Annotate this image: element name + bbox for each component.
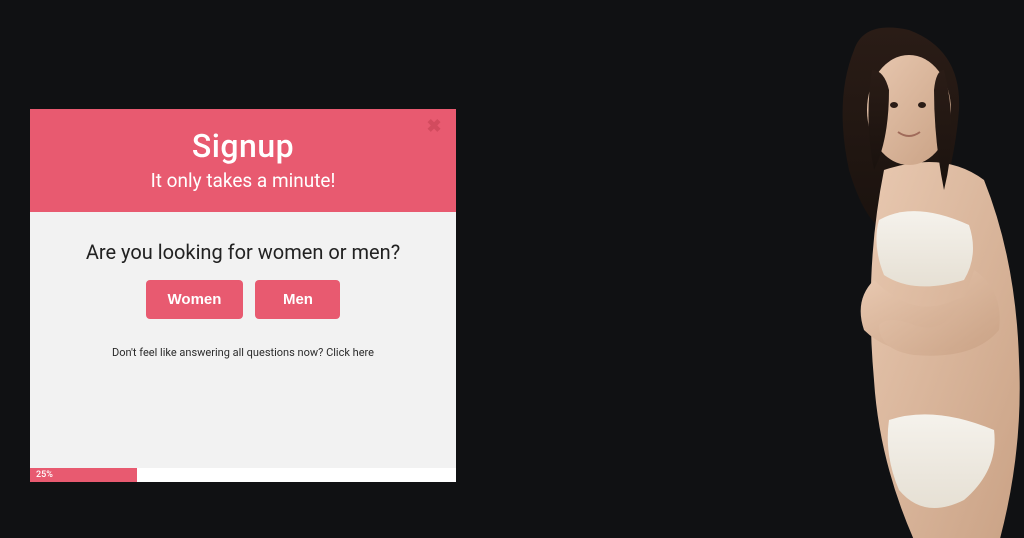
option-men-button[interactable]: Men <box>255 280 340 319</box>
progress-fill: 25% <box>30 468 137 482</box>
modal-header: ✖ Signup It only takes a minute! <box>30 109 456 212</box>
option-women-button[interactable]: Women <box>146 280 244 319</box>
modal-body: Are you looking for women or men? Women … <box>30 212 456 468</box>
hero-image <box>774 0 1024 538</box>
modal-title: Signup <box>42 127 444 165</box>
modal-subtitle: It only takes a minute! <box>42 169 444 192</box>
progress-label: 25% <box>36 470 53 480</box>
progress-bar: 25% <box>30 468 456 482</box>
signup-question: Are you looking for women or men? <box>50 240 436 264</box>
skip-link[interactable]: Don't feel like answering all questions … <box>112 346 374 359</box>
person-figure <box>794 20 1024 538</box>
option-group: Women Men <box>50 280 436 319</box>
signup-modal: ✖ Signup It only takes a minute! Are you… <box>30 109 456 482</box>
close-icon[interactable]: ✖ <box>426 119 442 135</box>
